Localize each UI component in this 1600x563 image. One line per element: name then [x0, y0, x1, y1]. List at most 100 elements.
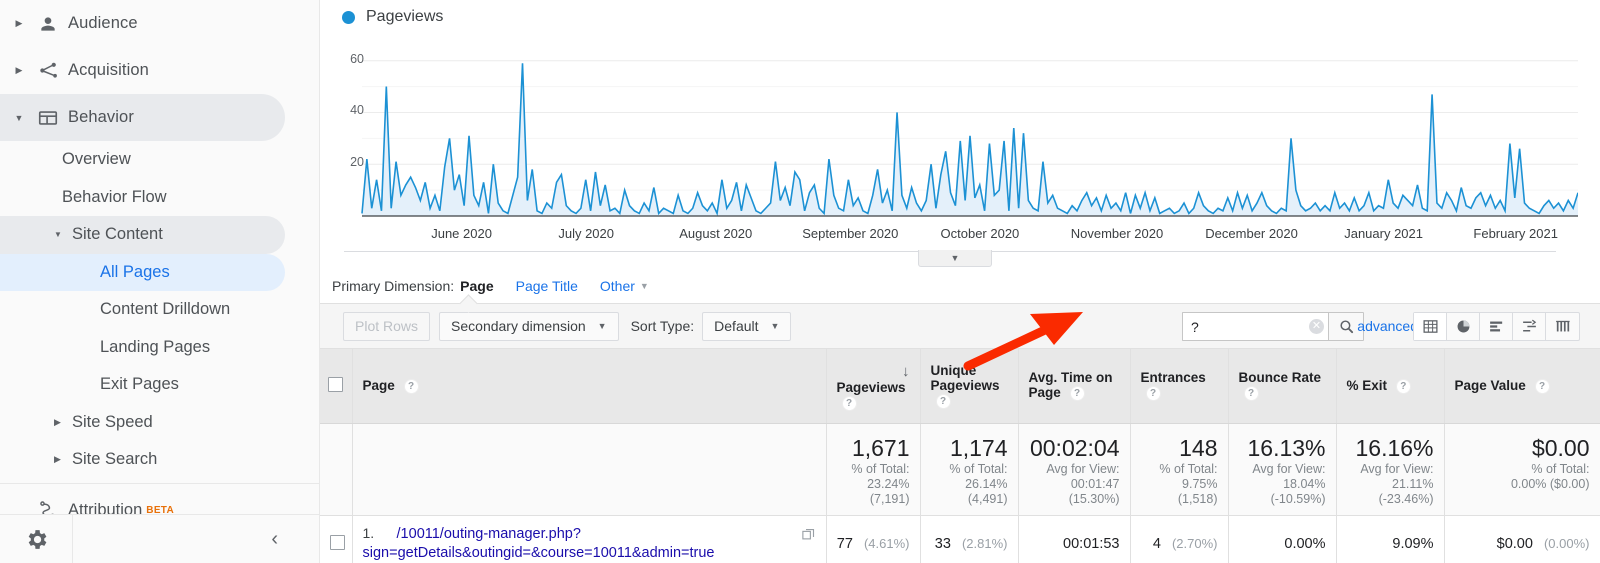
x-axis-tick-label: October 2020	[940, 226, 1020, 241]
chart-collapse-handle[interactable]: ▼	[918, 250, 992, 267]
row-page-cell: 1. /10011/outing-manager.php?sign=getDet…	[352, 515, 827, 563]
table-view-icon[interactable]	[1414, 313, 1447, 340]
chevron-down-icon[interactable]: ▼	[640, 281, 649, 291]
totals-line1: Avg for View:	[1360, 461, 1434, 476]
comparison-view-icon[interactable]	[1513, 313, 1546, 340]
gear-icon[interactable]	[0, 515, 73, 563]
row-unique-pageviews-pct: (2.81%)	[961, 536, 1008, 552]
column-header-entrances[interactable]: Entrances ?	[1130, 349, 1229, 424]
search-input[interactable]	[1182, 312, 1328, 341]
y-axis-tick-60: 60	[350, 51, 364, 66]
totals-line2: 18.04%	[1283, 476, 1326, 491]
pivot-view-icon[interactable]	[1546, 313, 1579, 340]
totals-avg-time: 00:02:04 Avg for View: 00:01:47 (15.30%)	[1018, 423, 1131, 516]
column-header-unique-pageviews[interactable]: Unique Pageviews ?	[920, 349, 1019, 424]
totals-value: 16.13%	[1247, 434, 1326, 461]
row-percent-exit-value: 9.09%	[1392, 536, 1434, 553]
sidebar-item-overview[interactable]: Overview	[0, 141, 285, 179]
sidebar-item-site-search[interactable]: ▶ Site Search	[0, 441, 285, 479]
help-icon[interactable]: ?	[841, 395, 857, 411]
row-page-value-pct: (0.00%)	[1543, 536, 1590, 552]
column-header-bounce-rate[interactable]: Bounce Rate ?	[1228, 349, 1337, 424]
help-icon[interactable]: ?	[1243, 386, 1259, 402]
column-label: Pageviews	[836, 379, 906, 395]
column-label: Unique Pageviews	[930, 362, 1000, 393]
sidebar-item-content-drilldown[interactable]: Content Drilldown	[0, 291, 285, 329]
sidebar-item-all-pages[interactable]: All Pages	[0, 253, 285, 291]
totals-line2: 21.11%	[1392, 476, 1434, 491]
primary-dimension-page-title[interactable]: Page Title	[516, 278, 578, 294]
pageviews-area-chart[interactable]	[332, 34, 1578, 224]
help-icon[interactable]: ?	[403, 378, 419, 394]
sidebar-subitem-label: Exit Pages	[100, 375, 179, 394]
help-icon[interactable]: ?	[1069, 386, 1085, 402]
plot-rows-label: Plot Rows	[355, 318, 419, 334]
primary-dimension-other[interactable]: Other	[600, 278, 635, 294]
row-page-value-value: $0.00	[1496, 536, 1533, 553]
row-unique-pageviews-value: 33	[934, 536, 951, 553]
totals-value: 00:02:04	[1029, 434, 1120, 461]
chevron-down-icon: ▼	[14, 112, 24, 123]
row-avg-time-value: 00:01:53	[1063, 536, 1120, 553]
sidebar-item-behavior[interactable]: ▼ Behavior	[0, 94, 285, 141]
y-axis-tick-40: 40	[350, 103, 364, 118]
sidebar-collapse-button[interactable]: ‹	[73, 515, 319, 563]
sort-descending-icon[interactable]: ↓	[902, 363, 910, 380]
help-icon[interactable]: ?	[935, 393, 951, 409]
sort-type-dropdown[interactable]: Default ▼	[702, 311, 792, 341]
help-icon[interactable]: ?	[1534, 378, 1550, 394]
column-label: Entrances	[1140, 370, 1206, 386]
column-header-avg-time-on-page[interactable]: Avg. Time on Page ?	[1018, 349, 1131, 424]
column-header-page-value[interactable]: Page Value ?	[1444, 349, 1600, 424]
table-row[interactable]: 1. /10011/outing-manager.php?sign=getDet…	[320, 515, 1600, 563]
pie-view-icon[interactable]	[1447, 313, 1480, 340]
totals-line3: (-10.59%)	[1270, 491, 1326, 506]
sidebar-item-behavior-flow[interactable]: Behavior Flow	[0, 179, 285, 217]
help-icon[interactable]: ?	[1145, 386, 1161, 402]
totals-line2: 00:01:47	[1070, 476, 1120, 491]
advanced-link[interactable]: advanced	[1357, 318, 1418, 334]
clear-search-icon[interactable]: ✕	[1309, 319, 1324, 334]
primary-dimension-page[interactable]: Page	[460, 278, 493, 294]
totals-checkbox-cell	[320, 423, 353, 516]
secondary-dimension-label: Secondary dimension	[451, 318, 586, 334]
sidebar-item-audience[interactable]: ▶ Audience	[0, 0, 285, 47]
row-checkbox[interactable]	[330, 534, 345, 550]
collapse-chevron-icon: ‹	[271, 527, 278, 550]
totals-line1: % of Total:	[1159, 461, 1218, 476]
column-header-pageviews[interactable]: ↓ Pageviews ?	[826, 349, 921, 424]
chevron-down-icon: ▼	[770, 321, 780, 331]
sidebar-subitem-label: Behavior Flow	[62, 187, 167, 206]
sidebar-item-acquisition[interactable]: ▶ Acquisition	[0, 47, 285, 94]
sidebar-item-label: Acquisition	[68, 61, 149, 79]
totals-line1: % of Total:	[1531, 461, 1590, 476]
x-axis-tick-label: January 2021	[1344, 226, 1423, 241]
chart-plot-area[interactable]: 60 40 20	[332, 34, 1578, 224]
help-icon[interactable]: ?	[1395, 378, 1411, 394]
page-url-link[interactable]: /10011/outing-manager.php?sign=getDetail…	[363, 526, 715, 561]
x-axis-tick-label: November 2020	[1070, 226, 1164, 241]
sidebar-subitem-label: Overview	[62, 150, 131, 169]
sidebar-item-landing-pages[interactable]: Landing Pages	[0, 329, 285, 367]
analytics-page: ▶ Audience ▶ Acquisition ▼ Behavior Over…	[0, 0, 1600, 563]
row-percent-exit: 9.09%	[1336, 515, 1445, 563]
row-pageviews-pct: (4.61%)	[863, 536, 910, 552]
column-header-percent-exit[interactable]: % Exit ?	[1336, 349, 1445, 424]
sidebar-item-site-speed[interactable]: ▶ Site Speed	[0, 404, 285, 442]
sidebar-item-exit-pages[interactable]: Exit Pages	[0, 366, 285, 404]
column-header-page[interactable]: Page ?	[352, 349, 827, 424]
secondary-dimension-button[interactable]: Secondary dimension ▼	[439, 311, 619, 341]
row-avg-time: 00:01:53	[1018, 515, 1131, 563]
sidebar-subitem-label: Site Content	[72, 225, 163, 244]
sidebar-subitem-label: Landing Pages	[100, 337, 211, 356]
bar-view-icon[interactable]	[1480, 313, 1513, 340]
select-all-checkbox[interactable]	[328, 376, 344, 392]
plot-rows-button[interactable]: Plot Rows	[343, 311, 431, 341]
row-pageviews-value: 77	[836, 536, 853, 553]
totals-line2: 9.75%	[1182, 476, 1218, 491]
totals-value: 1,671	[851, 434, 910, 461]
sidebar-item-site-content[interactable]: ▼ Site Content	[0, 216, 285, 254]
open-page-icon[interactable]	[801, 527, 816, 545]
row-entrances-value: 4	[1152, 536, 1161, 553]
main-content: Pageviews 60 40 20 June 2020 July 2020 Aug…	[320, 0, 1600, 563]
